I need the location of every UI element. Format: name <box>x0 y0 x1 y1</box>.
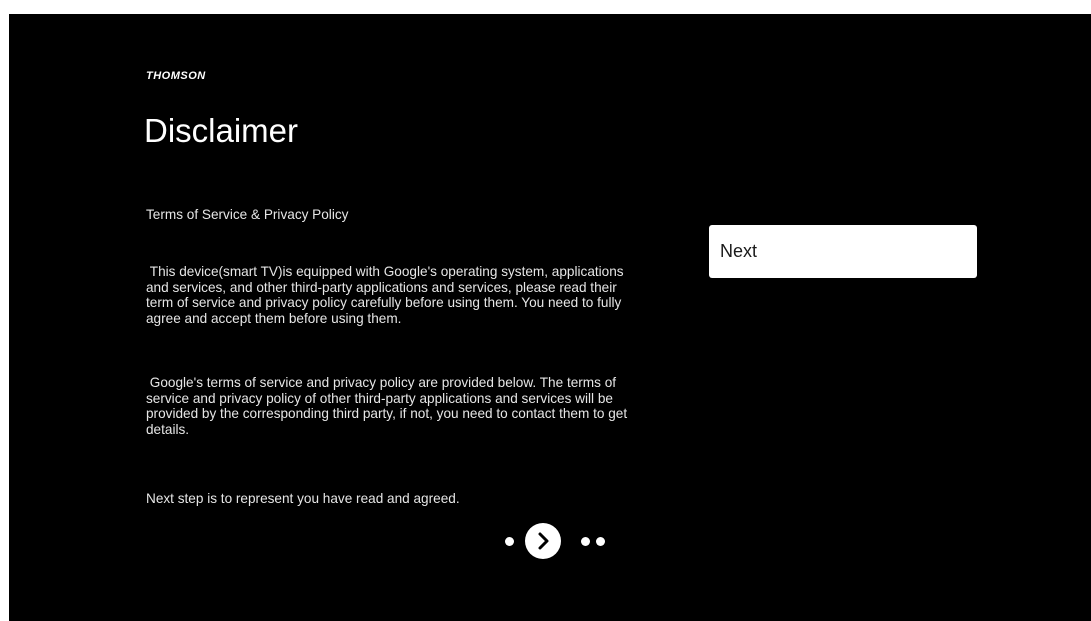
next-button[interactable]: Next <box>709 225 977 278</box>
disclaimer-paragraph-3: Next step is to represent you have read … <box>146 491 460 506</box>
setup-screen: THOMSON Disclaimer Terms of Service & Pr… <box>9 14 1091 621</box>
pager-dot <box>596 537 605 546</box>
next-step-button[interactable] <box>525 523 561 559</box>
step-pager <box>499 523 629 559</box>
brand-logo: THOMSON <box>146 70 206 82</box>
pager-dot <box>505 537 514 546</box>
disclaimer-paragraph-1: This device(smart TV)is equipped with Go… <box>146 264 624 326</box>
page-title: Disclaimer <box>144 112 299 149</box>
pager-dot <box>581 537 590 546</box>
chevron-right-icon <box>538 532 549 550</box>
page-subtitle: Terms of Service & Privacy Policy <box>146 207 349 222</box>
disclaimer-paragraph-2: Google's terms of service and privacy po… <box>146 375 628 437</box>
